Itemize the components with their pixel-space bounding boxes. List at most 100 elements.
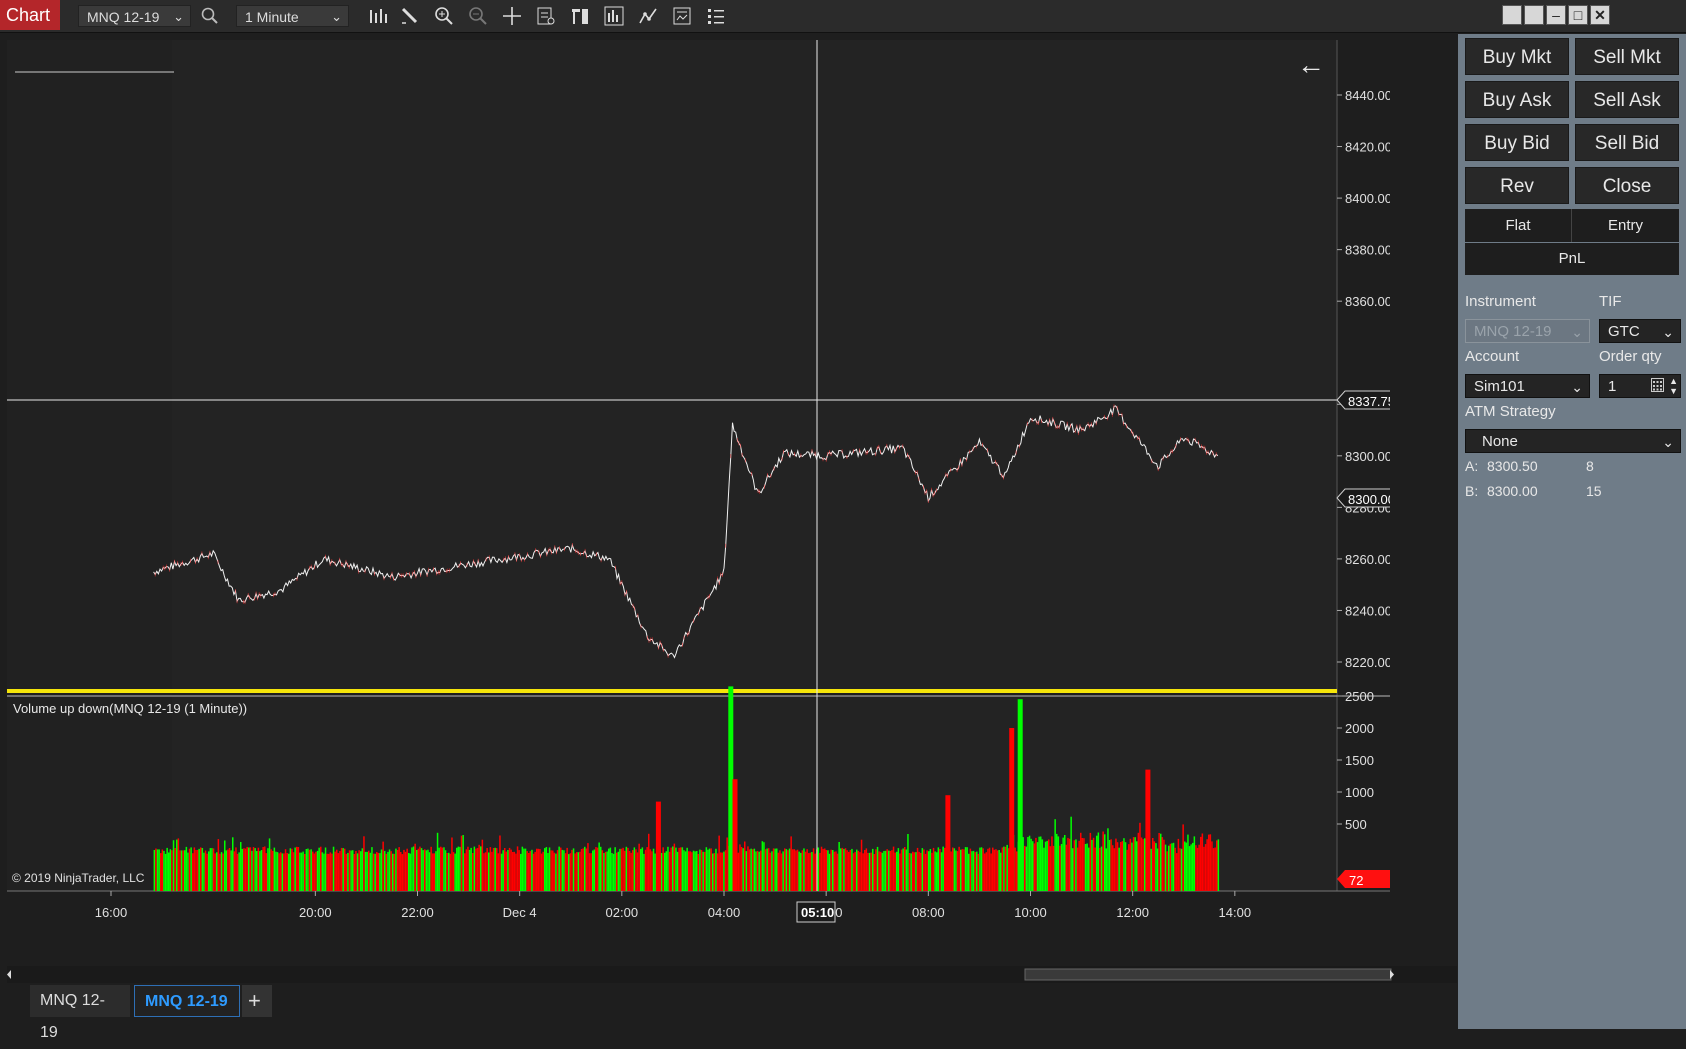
volume-bar bbox=[1036, 842, 1039, 891]
maximize-icon[interactable]: □ bbox=[1568, 5, 1588, 25]
data-box-icon[interactable] bbox=[534, 4, 558, 28]
volume-bar bbox=[1209, 834, 1212, 891]
volume-bar bbox=[360, 851, 362, 891]
zoom-out-icon[interactable] bbox=[466, 4, 490, 28]
volume-bar bbox=[755, 851, 757, 891]
interval-value: 1 Minute bbox=[245, 9, 299, 25]
templates-icon[interactable] bbox=[670, 4, 694, 28]
sell-bid-button[interactable]: Sell Bid bbox=[1575, 124, 1679, 161]
buy-bid-button[interactable]: Buy Bid bbox=[1465, 124, 1569, 161]
chart-scrollbar[interactable] bbox=[7, 966, 1457, 983]
price-chart[interactable]: 8440.008420.008400.008380.008360.008320.… bbox=[7, 40, 1398, 932]
volume-bar bbox=[236, 853, 239, 891]
window-restore-alt-icon[interactable] bbox=[1524, 5, 1544, 25]
volume-spike-bar bbox=[945, 795, 951, 891]
volume-bar bbox=[516, 846, 519, 891]
scroll-left-icon[interactable] bbox=[7, 970, 11, 979]
volume-bar bbox=[214, 853, 216, 891]
volume-bar bbox=[494, 847, 496, 891]
tab-instrument-2[interactable]: MNQ 12-19 bbox=[134, 985, 240, 1017]
tab-instrument-1[interactable]: MNQ 12-19 bbox=[30, 985, 130, 1041]
close-position-button[interactable]: Close bbox=[1575, 167, 1679, 204]
chart-trader-icon[interactable] bbox=[568, 4, 592, 28]
volume-bar bbox=[1212, 848, 1215, 891]
volume-bar bbox=[1115, 838, 1117, 891]
reverse-button[interactable]: Rev bbox=[1465, 167, 1569, 204]
volume-bar bbox=[481, 839, 484, 891]
volume-bar bbox=[563, 850, 565, 891]
volume-bar bbox=[392, 853, 394, 891]
strategies-icon[interactable] bbox=[636, 4, 660, 28]
window-restore-icon[interactable] bbox=[1502, 5, 1522, 25]
volume-bar bbox=[528, 853, 530, 891]
volume-bar bbox=[889, 851, 892, 891]
volume-bar bbox=[620, 848, 623, 891]
volume-bar bbox=[865, 848, 868, 891]
back-arrow-icon[interactable]: ← bbox=[1297, 49, 1325, 80]
crosshair-icon[interactable] bbox=[500, 4, 524, 28]
instrument-selector[interactable]: MNQ 12-19 ⌄ bbox=[78, 5, 191, 27]
volume-bar bbox=[979, 847, 981, 891]
scroll-thumb[interactable] bbox=[1024, 968, 1392, 981]
volume-bar bbox=[966, 847, 968, 891]
volume-bar bbox=[427, 849, 429, 891]
volume-bar bbox=[952, 847, 954, 891]
atm-strategy-select[interactable]: None ⌄ bbox=[1465, 429, 1681, 453]
volume-bar bbox=[803, 848, 805, 891]
volume-bar bbox=[985, 852, 988, 891]
volume-bar bbox=[1080, 832, 1082, 891]
volume-bar bbox=[168, 852, 170, 891]
minimize-icon[interactable]: – bbox=[1546, 5, 1566, 25]
volume-bar bbox=[932, 847, 935, 891]
volume-bar bbox=[995, 849, 997, 891]
volume-bar bbox=[344, 848, 346, 891]
scroll-right-icon[interactable] bbox=[1390, 970, 1394, 979]
volume-bar bbox=[163, 850, 165, 891]
volume-bar bbox=[1025, 846, 1028, 891]
volume-bar bbox=[1059, 845, 1061, 891]
volume-bar bbox=[204, 850, 207, 891]
volume-bar bbox=[297, 847, 300, 891]
volume-bar bbox=[560, 847, 562, 891]
buy-ask-button[interactable]: Buy Ask bbox=[1465, 81, 1569, 118]
volume-bar bbox=[1046, 840, 1048, 891]
sell-ask-button[interactable]: Sell Ask bbox=[1575, 81, 1679, 118]
volume-bar bbox=[1060, 844, 1063, 891]
volume-bar bbox=[744, 841, 746, 891]
volume-bar bbox=[1155, 843, 1157, 891]
indicators-icon[interactable] bbox=[602, 4, 626, 28]
volume-bar bbox=[899, 853, 901, 891]
volume-bar bbox=[300, 852, 303, 891]
order-qty-input[interactable]: 1 ▲ ▼ bbox=[1599, 374, 1681, 398]
account-select[interactable]: Sim101 ⌄ bbox=[1465, 374, 1590, 398]
draw-pencil-icon[interactable] bbox=[398, 4, 422, 28]
add-tab-button[interactable]: + bbox=[242, 985, 272, 1017]
volume-bar bbox=[508, 847, 511, 891]
close-icon[interactable]: ✕ bbox=[1590, 5, 1610, 25]
volume-bar bbox=[284, 849, 287, 891]
buy-market-button[interactable]: Buy Mkt bbox=[1465, 38, 1569, 75]
volume-bar bbox=[241, 848, 244, 891]
stepper-icon[interactable]: ▲ ▼ bbox=[1669, 376, 1678, 396]
search-icon[interactable] bbox=[198, 4, 222, 28]
volume-bar bbox=[288, 853, 290, 891]
volume-bar bbox=[230, 850, 232, 891]
zoom-in-icon[interactable] bbox=[432, 4, 456, 28]
chart-panel[interactable]: 8440.008420.008400.008380.008360.008320.… bbox=[7, 40, 1398, 932]
sell-market-button[interactable]: Sell Mkt bbox=[1575, 38, 1679, 75]
volume-bar bbox=[388, 849, 391, 891]
volume-bar bbox=[600, 846, 602, 891]
volume-bar bbox=[1187, 834, 1189, 891]
volume-bar bbox=[153, 850, 156, 891]
calculator-icon[interactable] bbox=[1651, 376, 1664, 400]
position-pnl-label: PnL bbox=[1465, 243, 1679, 275]
volume-bar bbox=[286, 853, 288, 891]
properties-icon[interactable] bbox=[704, 4, 728, 28]
interval-selector[interactable]: 1 Minute ⌄ bbox=[236, 5, 349, 27]
volume-bar bbox=[387, 851, 389, 891]
volume-bar bbox=[1000, 852, 1002, 891]
tif-select[interactable]: GTC ⌄ bbox=[1599, 319, 1681, 343]
bars-type-icon[interactable] bbox=[366, 4, 390, 28]
volume-bar bbox=[628, 851, 631, 891]
volume-bar bbox=[374, 853, 376, 891]
